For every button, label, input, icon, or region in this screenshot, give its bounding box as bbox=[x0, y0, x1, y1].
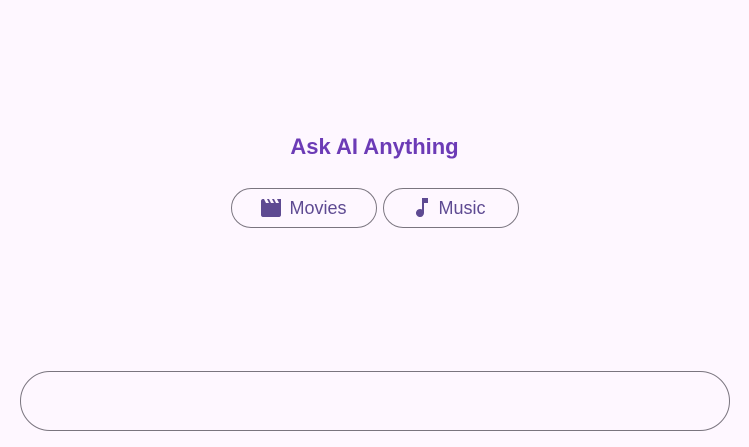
movie-clapperboard-icon bbox=[261, 199, 282, 217]
prompt-input[interactable] bbox=[21, 372, 729, 430]
prompt-input-container[interactable] bbox=[20, 371, 730, 431]
suggestion-chip-label: Music bbox=[438, 197, 486, 218]
suggestion-chip-label: Movies bbox=[289, 197, 347, 218]
suggestion-chip-music[interactable]: Music bbox=[383, 188, 519, 228]
music-note-icon bbox=[416, 198, 430, 218]
suggestion-chip-movies[interactable]: Movies bbox=[231, 188, 377, 228]
page-title: Ask AI Anything bbox=[290, 134, 459, 159]
